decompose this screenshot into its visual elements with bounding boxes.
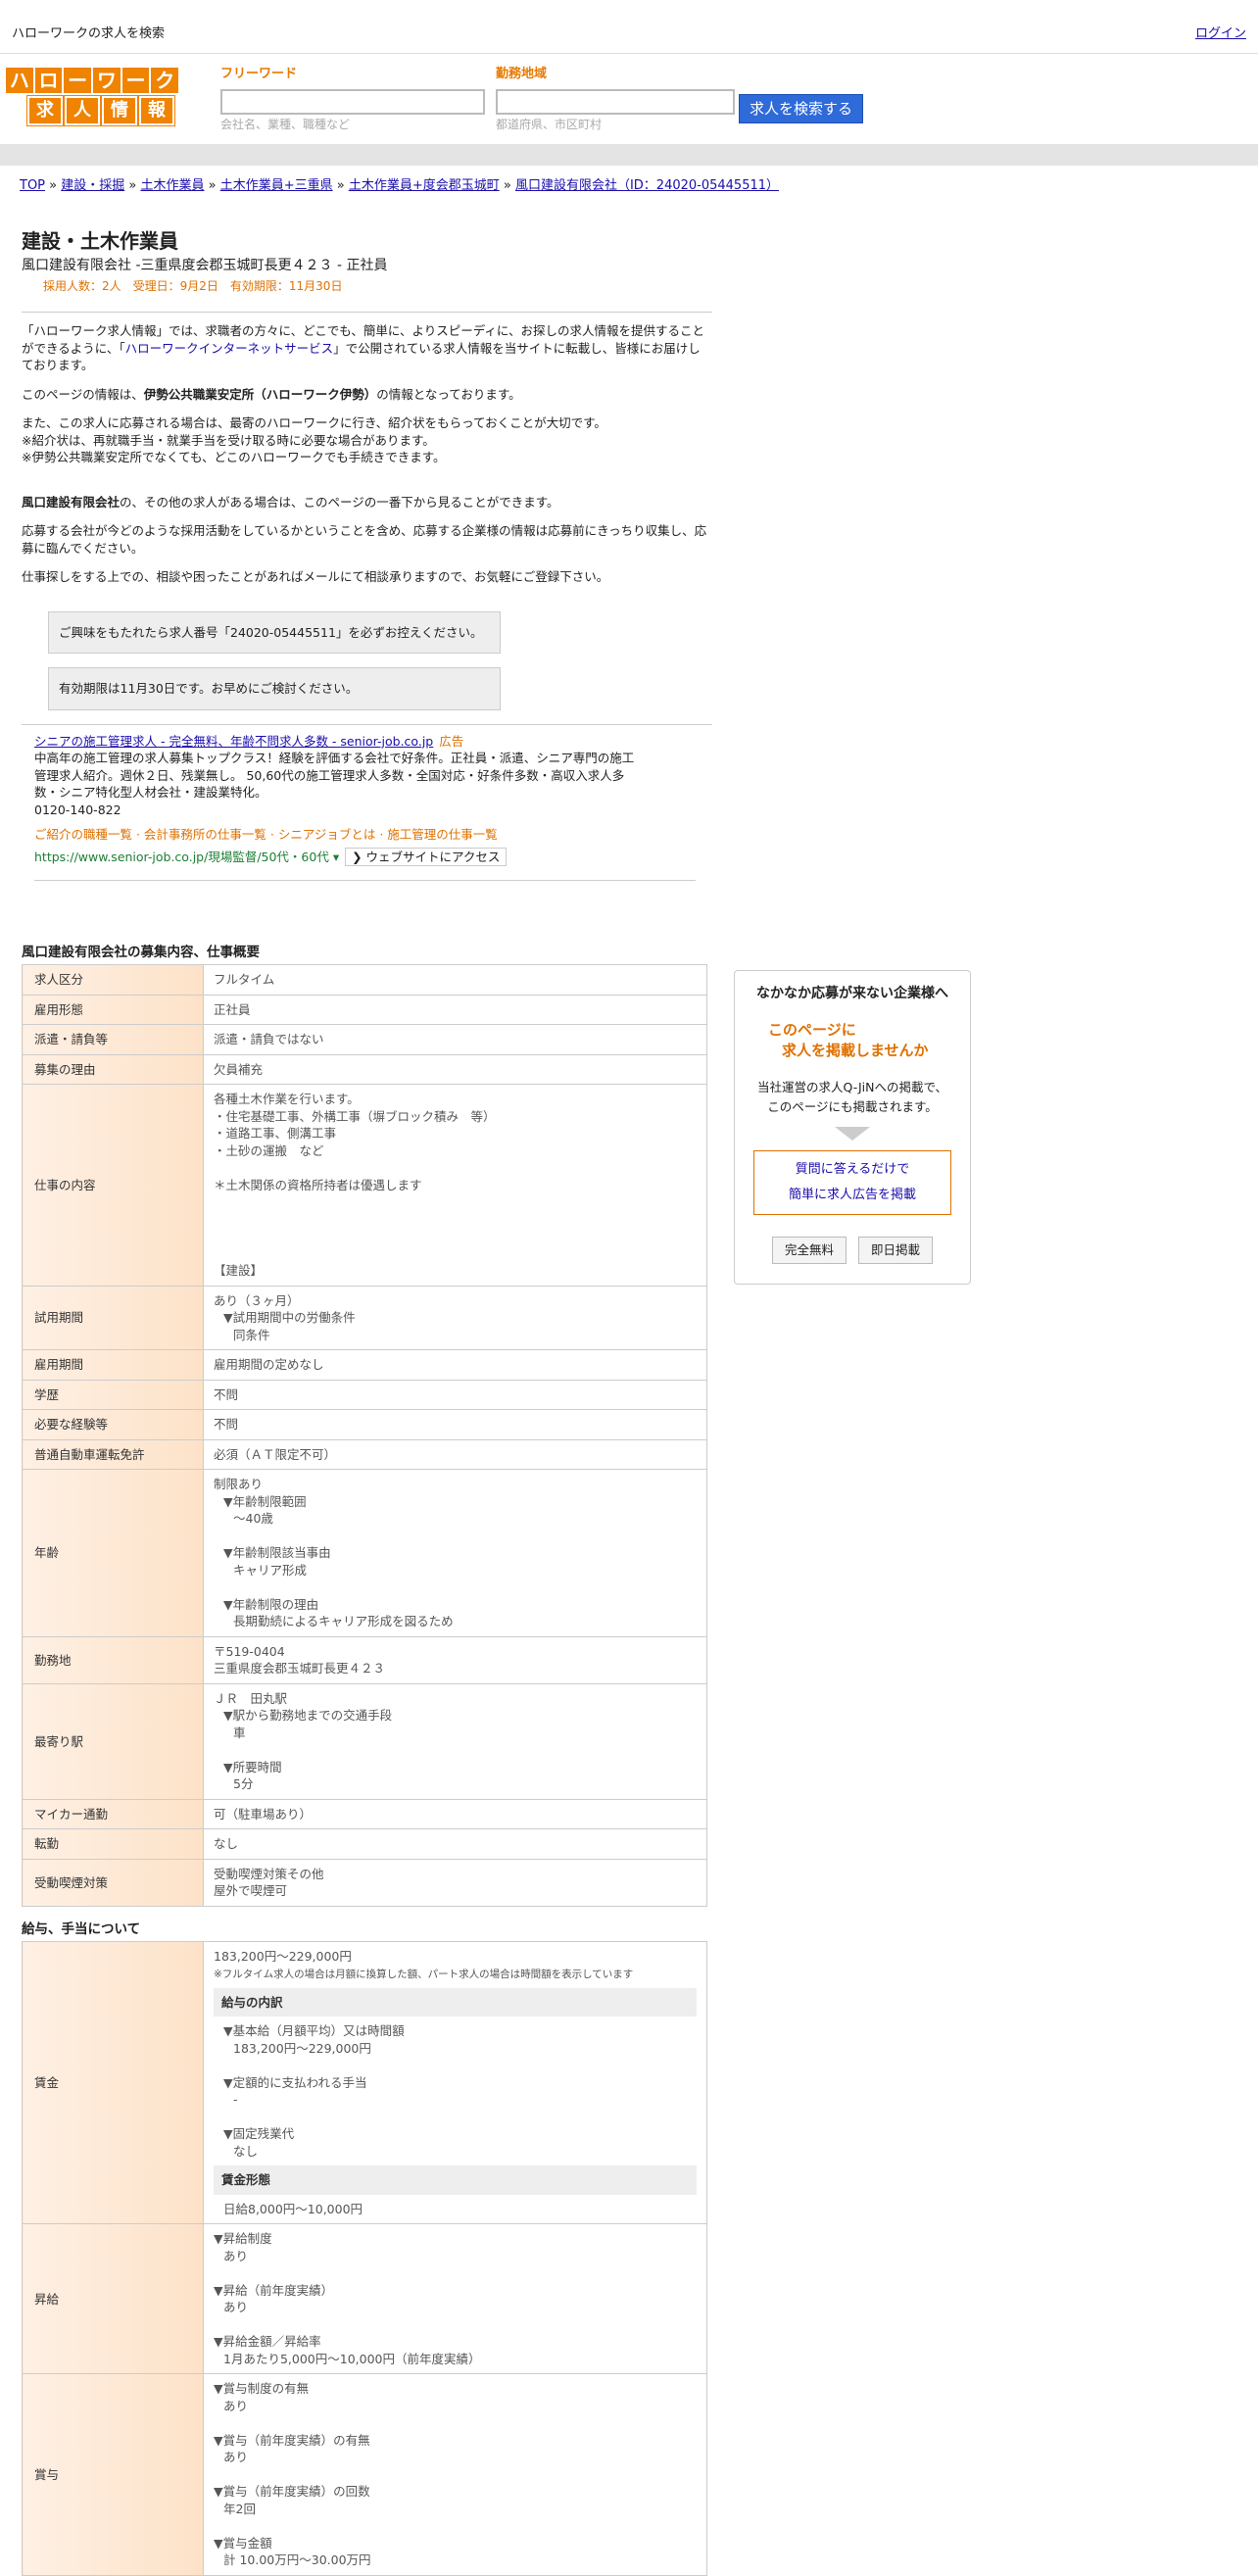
site-logo[interactable]: ハローワーク 求人情報 xyxy=(6,68,179,128)
divider xyxy=(22,312,712,314)
table-row: 受動喫煙対策 受動喫煙対策その他 屋外で喫煙可 xyxy=(22,1858,707,1907)
table-row: 賃金 183,200円〜229,000円 ※フルタイム求人の場合は月額に換算した額、… xyxy=(22,1940,707,2225)
job-overview-table: 求人区分 フルタイム 雇用形態 正社員 派遣・請負等 派遣・請負ではない 募集の理由欠… xyxy=(22,964,707,1907)
site-title: ハローワークの求人を検索 xyxy=(12,26,166,41)
ad-visit-button[interactable]: ❯ ウェブサイトにアクセス xyxy=(345,847,508,867)
ad-url[interactable]: https://www.senior-job.co.jp/現場監督/50代・60… xyxy=(34,850,329,864)
ad-body: 中高年の施工管理の求人募集トップクラス！経験を評価する会社で好条件。正社員・派遣… xyxy=(34,751,635,801)
job-number-note: ご興味をもたれたら求人番号「24020-05445511」を必ずお控えください。 xyxy=(48,610,501,655)
promo-title: なかなか応募が来ない企業様へ xyxy=(756,986,948,1001)
table-row: 仕事の内容 各種土木作業を行います。 ・住宅基礎工事、外構工事（塀ブロック積み 等）… xyxy=(22,1084,707,1287)
table-row: 転勤 なし xyxy=(22,1828,707,1860)
table-row: 派遣・請負等 派遣・請負ではない xyxy=(22,1024,707,1055)
logo-row-1: ハローワーク xyxy=(6,68,179,93)
ad-tag: 広告 xyxy=(439,733,464,749)
area-field: 勤務地域 都道府県、市区町村 xyxy=(496,66,735,133)
area-input[interactable] xyxy=(496,89,735,116)
promo-buttons: 完全無料 即日掲載 xyxy=(735,1237,970,1264)
job-title: 建設・土木作業員 xyxy=(22,229,178,253)
promo-link-questions[interactable]: 質問に答えるだけで xyxy=(754,1157,950,1183)
search-header: ハローワーク 求人情報 フリーワード 会社名、業種、職種など 勤務地域 都道府県… xyxy=(0,54,1258,144)
hellowork-internet-link[interactable]: ハローワークインターネットサービス xyxy=(125,341,334,356)
login-link[interactable]: ログイン xyxy=(1195,25,1246,43)
table-row: 必要な経験等 不問 xyxy=(22,1409,707,1440)
ad-sitelinks[interactable]: ご紹介の職種一覧 · 会計事務所の仕事一覧 · シニアジョブとは · 施工管理の… xyxy=(34,826,642,844)
table-row: 雇用形態 正社員 xyxy=(22,994,707,1026)
salary-table: 賃金 183,200円〜229,000円 ※フルタイム求人の場合は月額に換算した額、… xyxy=(22,1940,707,2576)
section-title-overview: 風口建設有限会社の募集内容、仕事概要 xyxy=(22,945,260,961)
ad-title-link[interactable]: シニアの施工管理求人 - 完全無料、年齢不問求人多数 - senior-job.… xyxy=(34,734,433,749)
section-title-salary: 給与、手当について xyxy=(22,1920,141,1937)
same-day-button[interactable]: 即日掲載 xyxy=(858,1237,934,1264)
area-label: 勤務地域 xyxy=(496,67,548,81)
ad-phone: 0120-140-822 xyxy=(34,802,121,817)
breadcrumb-occupation[interactable]: 土木作業員 xyxy=(140,178,204,193)
promo-headline: このページに 求人を掲載しませんか xyxy=(768,1020,929,1060)
table-row: 賞与 ▼賞与制度の有無 あり ▼賞与（前年度実績）の有無 あり ▼賞与（前年度実績）の回数… xyxy=(22,2373,707,2576)
sidebar-promo: なかなか応募が来ない企業様へ このページに 求人を掲載しませんか 当社運営の求人Q… xyxy=(734,970,971,1285)
ad-url-row: https://www.senior-job.co.jp/現場監督/50代・60… xyxy=(34,847,642,867)
search-button[interactable]: 求人を検索する xyxy=(739,94,863,123)
company-line: 風口建設有限会社 -三重県度会郡玉城町長更４２３ - 正社員 xyxy=(22,258,388,273)
breadcrumb-town[interactable]: 土木作業員+度会郡玉城町 xyxy=(349,178,500,193)
breadcrumb-company[interactable]: 風口建設有限会社（ID：24020-05445511） xyxy=(515,178,779,193)
divider xyxy=(22,723,712,725)
table-row: 学歴 不問 xyxy=(22,1379,707,1411)
ad-block: シニアの施工管理求人 - 完全無料、年齢不問求人多数 - senior-job.… xyxy=(34,733,696,882)
job-meta: 採用人数：2人 受理日：9月2日 有効期限：11月30日 xyxy=(43,278,343,293)
divider-bar xyxy=(0,144,1258,166)
freeword-input[interactable] xyxy=(220,89,485,116)
intro-paragraph-1: 「ハローワーク求人情報」では、求職者の方々に、どこでも、簡単に、よりスピーディに… xyxy=(22,323,705,373)
arrow-down-icon xyxy=(835,1127,870,1142)
freeword-label: フリーワード xyxy=(220,67,298,81)
top-bar: ハローワークの求人を検索 ログイン xyxy=(0,0,1258,54)
promo-description: 当社運営の求人Q-JiNへの掲載で、 このページにも掲載されます。 xyxy=(757,1080,947,1115)
breadcrumb-category[interactable]: 建設・採掘 xyxy=(61,178,124,193)
table-row: 募集の理由 欠員補充 xyxy=(22,1053,707,1086)
intro-paragraph-4: 風口建設有限会社の、その他の求人がある場合は、このページの一番下から見ることがで… xyxy=(22,494,559,510)
area-hint: 都道府県、市区町村 xyxy=(496,118,603,132)
promo-cta-box: 質問に答えるだけで 簡単に求人広告を掲載 xyxy=(753,1150,951,1216)
main-content: 建設・土木作業員 風口建設有限会社 -三重県度会郡玉城町長更４２３ - 正社員 … xyxy=(22,227,712,2576)
breadcrumb: TOP » 建設・採掘 » 土木作業員 » 土木作業員+三重県 » 土木作業員+… xyxy=(20,178,780,193)
table-row: 普通自動車運転免許 必須（ＡＴ限定不可） xyxy=(22,1438,707,1471)
table-row: 最寄り駅 ＪＲ 田丸駅 ▼駅から勤務地までの交通手段車 ▼所要時間 5分 xyxy=(22,1682,707,1800)
table-row: 試用期間 あり（３ヶ月） ▼試用期間中の労働条件 同条件 xyxy=(22,1285,707,1351)
free-button[interactable]: 完全無料 xyxy=(771,1237,847,1264)
table-row: 昇給 ▼昇給制度 あり ▼昇給（前年度実績） あり ▼昇給金額／昇給率 1月あたり5,000… xyxy=(22,2223,707,2375)
intro-paragraph-2: このページの情報は、伊勢公共職業安定所（ハローワーク伊勢）の情報となっております… xyxy=(22,386,521,402)
breadcrumb-top[interactable]: TOP xyxy=(20,178,45,193)
table-row: 雇用期間 雇用期間の定めなし xyxy=(22,1349,707,1381)
promo-link-post-ad[interactable]: 簡単に求人広告を掲載 xyxy=(754,1183,950,1208)
intro-paragraph-3: また、この求人に応募される場合は、最寄のハローワークに行き、紹介状をもらっておく… xyxy=(22,415,606,465)
logo-row-2: 求人情報 xyxy=(6,95,178,126)
deadline-note: 有効期限は11月30日です。お早めにご検討ください。 xyxy=(48,667,501,710)
table-row: 求人区分 フルタイム xyxy=(22,964,707,996)
table-row: 年齢 制限あり ▼年齢制限範囲 〜40歳 ▼年齢制限該当事由 キャリア形成 ▼年齢制限の理由… xyxy=(22,1469,707,1637)
intro-paragraph-6: 仕事探しをする上での、相談や困ったことがあればメールにて相談承りますので、お気軽… xyxy=(22,569,609,585)
freeword-hint: 会社名、業種、職種など xyxy=(220,118,351,132)
table-row: 勤務地 〒519-0404 三重県度会郡玉城町長更４２３ xyxy=(22,1635,707,1684)
breadcrumb-prefecture[interactable]: 土木作業員+三重県 xyxy=(220,178,333,193)
intro-paragraph-5: 応募する会社が今どのような採用活動をしているかということを含め、応募する企業様の… xyxy=(22,523,707,556)
table-row: マイカー通勤 可（駐車場あり） xyxy=(22,1798,707,1830)
freeword-field: フリーワード 会社名、業種、職種など xyxy=(220,66,485,133)
